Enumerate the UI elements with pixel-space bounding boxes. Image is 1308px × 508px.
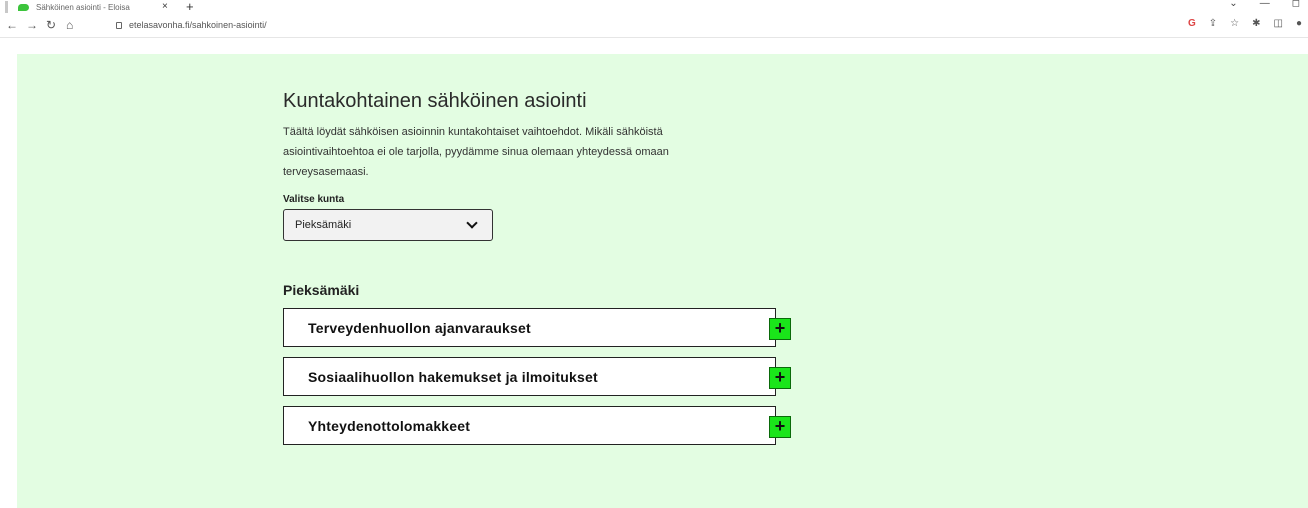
municipality-select[interactable]: Pieksämäki [283, 209, 493, 241]
browser-tab[interactable]: Sähköinen asiointi - Eloisa [18, 0, 178, 14]
selected-municipality: Pieksämäki [295, 219, 352, 231]
accordion-item-label: Sosiaalihuollon hakemukset ja ilmoitukse… [308, 369, 598, 385]
google-icon[interactable]: G [1188, 18, 1196, 29]
site-favicon-icon [18, 3, 29, 11]
extensions-puzzle-icon[interactable]: ✱ [1252, 18, 1260, 29]
tab-title: Sähköinen asiointi - Eloisa [36, 2, 130, 12]
minimize-button[interactable]: — [1260, 0, 1270, 9]
back-arrow-icon[interactable]: ← [6, 18, 18, 32]
intro-text: Täältä löydät sähköisen asioinnin kuntak… [283, 126, 669, 178]
browser-tab-bar: Sähköinen asiointi - Eloisa × + ⌄ — ◻ [0, 0, 1308, 14]
tab-edge [5, 1, 8, 13]
extension-icons: G ⇪ ☆ ✱ ◫ ● [1188, 18, 1302, 29]
tab-search-icon[interactable]: ⌄ [1229, 0, 1237, 9]
maximize-button[interactable]: ◻ [1292, 0, 1300, 9]
profile-icon[interactable]: ● [1296, 18, 1302, 29]
lock-icon [116, 21, 122, 29]
side-panel-icon[interactable]: ◫ [1274, 18, 1283, 29]
accordion-item-label: Terveydenhuollon ajanvaraukset [308, 320, 531, 336]
expand-plus-icon[interactable]: + [769, 367, 791, 389]
services-accordion: Terveydenhuollon ajanvaraukset + Sosiaal… [283, 308, 803, 445]
page-title: Kuntakohtainen sähköinen asiointi [283, 90, 587, 112]
forward-arrow-icon[interactable]: → [26, 18, 38, 32]
accordion-item-label: Yhteydenottolomakkeet [308, 418, 471, 434]
share-icon[interactable]: ⇪ [1209, 18, 1217, 29]
tab-close-icon[interactable]: × [162, 1, 168, 12]
page-background: Kuntakohtainen sähköinen asiointi Täältä… [17, 54, 1308, 508]
browser-toolbar: ← → ↻ ⌂ etelasavonha.fi/sahkoinen-asioin… [0, 14, 1308, 38]
municipality-select-label: Valitse kunta [283, 194, 345, 205]
new-tab-button[interactable]: + [186, 0, 194, 14]
chevron-down-icon [466, 217, 478, 229]
expand-plus-icon[interactable]: + [769, 318, 791, 340]
section-title: Pieksämäki [283, 282, 360, 298]
expand-plus-icon[interactable]: + [769, 416, 791, 438]
address-bar[interactable]: etelasavonha.fi/sahkoinen-asiointi/ [116, 20, 267, 30]
main-content: Kuntakohtainen sähköinen asiointi Täältä… [283, 90, 803, 455]
bookmark-star-icon[interactable]: ☆ [1230, 18, 1239, 29]
accordion-item-healthcare-appointments[interactable]: Terveydenhuollon ajanvaraukset + [283, 308, 791, 347]
reload-icon[interactable]: ↻ [46, 18, 56, 32]
window-controls: ⌄ — ◻ [1229, 0, 1300, 9]
accordion-item-social-services-applications[interactable]: Sosiaalihuollon hakemukset ja ilmoitukse… [283, 357, 791, 396]
home-icon[interactable]: ⌂ [66, 18, 73, 32]
accordion-item-contact-forms[interactable]: Yhteydenottolomakkeet + [283, 406, 791, 445]
url-text: etelasavonha.fi/sahkoinen-asiointi/ [129, 20, 267, 30]
